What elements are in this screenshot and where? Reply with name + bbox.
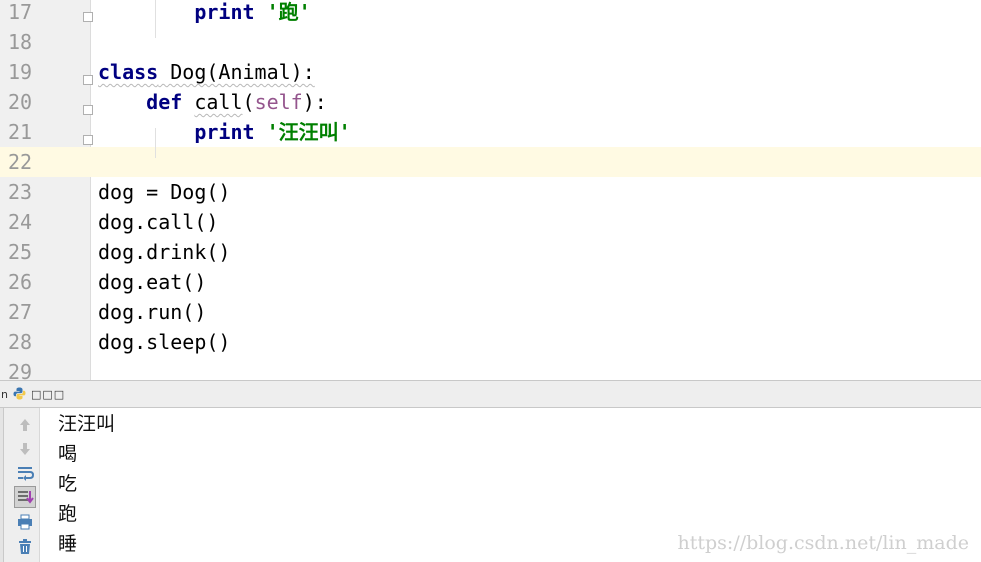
code-token: Dog(Animal):: [158, 60, 315, 84]
scroll-to-end-icon[interactable]: [14, 486, 36, 508]
line-number: 20: [8, 90, 33, 114]
code-line[interactable]: 23 dog = Dog(): [0, 177, 981, 207]
code-text: print '跑': [98, 0, 311, 27]
line-number: 29: [8, 360, 33, 380]
code-token: print: [194, 120, 255, 144]
code-token: dog.run(): [98, 300, 207, 324]
soft-wrap-icon[interactable]: [14, 462, 36, 484]
panel-left-edge: [0, 408, 4, 562]
line-number: 19: [8, 60, 33, 84]
code-line[interactable]: 29: [0, 357, 981, 380]
run-toolbar: [0, 408, 40, 562]
code-line[interactable]: 21 print '汪汪叫': [0, 117, 981, 147]
code-token: print: [194, 0, 255, 24]
code-text: dog.drink(): [98, 237, 230, 267]
code-token: dog.eat(): [98, 270, 207, 294]
code-text: dog = Dog(): [98, 177, 230, 207]
code-token: class: [98, 60, 159, 84]
code-text: class Dog(Animal):: [98, 57, 315, 87]
code-text: dog.call(): [98, 207, 218, 237]
fold-marker-icon[interactable]: [83, 12, 93, 22]
line-number: 17: [8, 0, 33, 24]
code-token: (: [242, 90, 255, 114]
console-line: 喝: [58, 443, 78, 465]
code-line[interactable]: 24 dog.call(): [0, 207, 981, 237]
run-tab-prefix: n: [1, 388, 8, 401]
code-line[interactable]: 20 def call(self):: [0, 87, 981, 117]
code-token: def: [146, 90, 183, 114]
fold-marker-icon[interactable]: [83, 135, 93, 145]
python-icon: [13, 387, 26, 400]
watermark: https://blog.csdn.net/lin_made: [677, 532, 970, 554]
console-line: 汪汪叫: [58, 413, 116, 435]
code-line[interactable]: 28 dog.sleep(): [0, 327, 981, 357]
code-token: dog = Dog(): [98, 180, 231, 204]
code-line[interactable]: 25 dog.drink(): [0, 237, 981, 267]
code-token: dog.sleep(): [98, 330, 231, 354]
code-token: ):: [302, 90, 327, 114]
code-line[interactable]: 19 class Dog(Animal):: [0, 57, 981, 87]
console-line: 吃: [58, 473, 78, 495]
line-number: 21: [8, 120, 33, 144]
fold-marker-icon[interactable]: [83, 105, 93, 115]
line-number: 22: [0, 147, 48, 177]
code-line[interactable]: 22: [0, 147, 981, 177]
run-panel-header: n □□□: [0, 380, 981, 408]
up-arrow-icon[interactable]: [14, 414, 36, 436]
console-line: 跑: [58, 503, 78, 525]
run-config-name[interactable]: □□□: [31, 388, 65, 401]
code-editor[interactable]: 17 print '跑' 18 19 class Dog(Animal): 20 def…: [0, 0, 981, 380]
code-text: dog.sleep(): [98, 327, 230, 357]
line-number: 28: [8, 330, 33, 354]
line-number: 25: [8, 240, 33, 264]
line-number: 24: [8, 210, 33, 234]
code-token: self: [254, 90, 303, 114]
code-line[interactable]: 18: [0, 27, 981, 57]
line-number: 26: [8, 270, 33, 294]
line-number: 27: [8, 300, 33, 324]
code-text: def call(self):: [98, 87, 327, 117]
code-line[interactable]: 26 dog.eat(): [0, 267, 981, 297]
code-token: dog.drink(): [98, 240, 231, 264]
line-number: 18: [8, 30, 33, 54]
indent-guide: [155, 0, 156, 38]
console-line: 睡: [58, 533, 78, 555]
code-token: dog.call(): [98, 210, 219, 234]
code-text: dog.eat(): [98, 267, 206, 297]
down-arrow-icon[interactable]: [14, 438, 36, 460]
line-number: 23: [8, 180, 33, 204]
console-output[interactable]: 汪汪叫 喝 吃 跑 睡 https://blog.csdn.net/lin_ma…: [40, 408, 981, 562]
code-text: print '汪汪叫': [98, 117, 351, 147]
code-line[interactable]: 27 dog.run(): [0, 297, 981, 327]
code-text: dog.run(): [98, 297, 206, 327]
print-icon[interactable]: [14, 511, 36, 533]
code-token: '跑': [266, 0, 311, 24]
fold-marker-icon[interactable]: [83, 75, 93, 85]
code-line[interactable]: 17 print '跑': [0, 0, 981, 27]
trash-icon[interactable]: [14, 535, 36, 557]
code-token: call: [194, 90, 243, 114]
indent-guide: [155, 128, 156, 158]
code-token: '汪汪叫': [266, 120, 351, 144]
